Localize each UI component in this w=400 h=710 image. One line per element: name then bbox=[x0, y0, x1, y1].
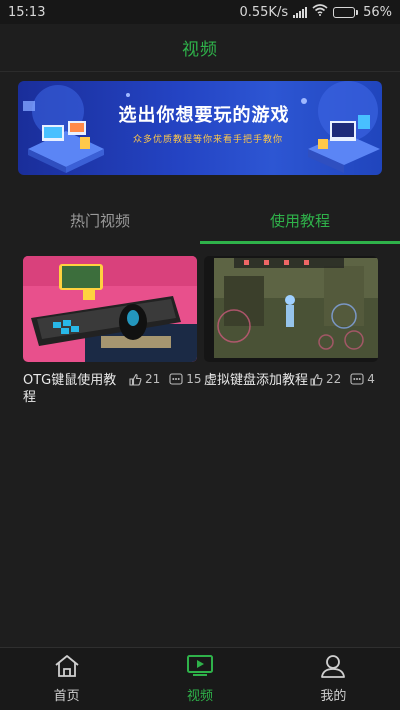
battery-icon bbox=[333, 6, 359, 18]
tv-play-icon bbox=[186, 654, 214, 682]
banner-illustration bbox=[23, 81, 380, 173]
like-count: 22 bbox=[326, 372, 342, 386]
tab-hot-videos[interactable]: 热门视频 bbox=[0, 195, 200, 245]
nav-profile[interactable]: 我的 bbox=[267, 648, 400, 710]
tab-bar: 热门视频 使用教程 bbox=[0, 195, 400, 245]
banner-headline: 选出你想要玩的游戏 bbox=[118, 105, 290, 126]
bottom-nav: 首页 视频 我的 bbox=[0, 647, 400, 710]
status-bar: 15:13 0.55K/s 56% bbox=[0, 0, 400, 24]
nav-video[interactable]: 视频 bbox=[133, 648, 266, 710]
thumbs-up-icon[interactable] bbox=[129, 373, 142, 386]
comment-count: 15 bbox=[186, 372, 202, 386]
video-title[interactable]: 虚拟键盘添加教程 bbox=[204, 372, 308, 389]
wifi-icon bbox=[312, 4, 328, 20]
status-time: 15:13 bbox=[8, 4, 46, 20]
comment-icon[interactable] bbox=[169, 373, 183, 385]
game-screenshot-thumbnail bbox=[204, 256, 378, 362]
nav-profile-label: 我的 bbox=[320, 689, 347, 704]
nav-video-label: 视频 bbox=[186, 689, 213, 704]
video-card[interactable]: OTG键鼠使用教程 21 15 bbox=[23, 256, 202, 405]
page-title: 视频 bbox=[182, 40, 218, 60]
video-stats: 21 15 bbox=[129, 372, 211, 386]
video-card[interactable]: 虚拟键盘添加教程 22 4 bbox=[204, 256, 378, 388]
video-thumbnail[interactable] bbox=[204, 256, 378, 362]
nav-home-label: 首页 bbox=[53, 689, 80, 704]
comment-icon[interactable] bbox=[350, 373, 364, 385]
title-bar: 视频 bbox=[0, 24, 400, 72]
network-speed: 0.55K/s bbox=[239, 4, 289, 20]
tab-tutorials[interactable]: 使用教程 bbox=[200, 195, 400, 245]
home-icon bbox=[54, 654, 80, 682]
video-thumbnail[interactable] bbox=[23, 256, 197, 362]
cell-signal-icon bbox=[293, 6, 308, 18]
video-stats: 22 4 bbox=[310, 372, 384, 386]
comment-count: 4 bbox=[367, 372, 375, 386]
video-title[interactable]: OTG键鼠使用教程 bbox=[23, 372, 127, 406]
nav-home[interactable]: 首页 bbox=[0, 648, 133, 710]
like-count: 21 bbox=[145, 372, 161, 386]
battery-percent: 56% bbox=[363, 4, 392, 20]
promo-banner[interactable]: 选出你想要玩的游戏 众多优质教程等你来看手把手教你 bbox=[18, 81, 382, 175]
keyboard-mouse-thumbnail bbox=[23, 256, 197, 362]
user-icon bbox=[320, 654, 346, 682]
banner-subtitle: 众多优质教程等你来看手把手教你 bbox=[132, 135, 283, 145]
thumbs-up-icon[interactable] bbox=[310, 373, 323, 386]
